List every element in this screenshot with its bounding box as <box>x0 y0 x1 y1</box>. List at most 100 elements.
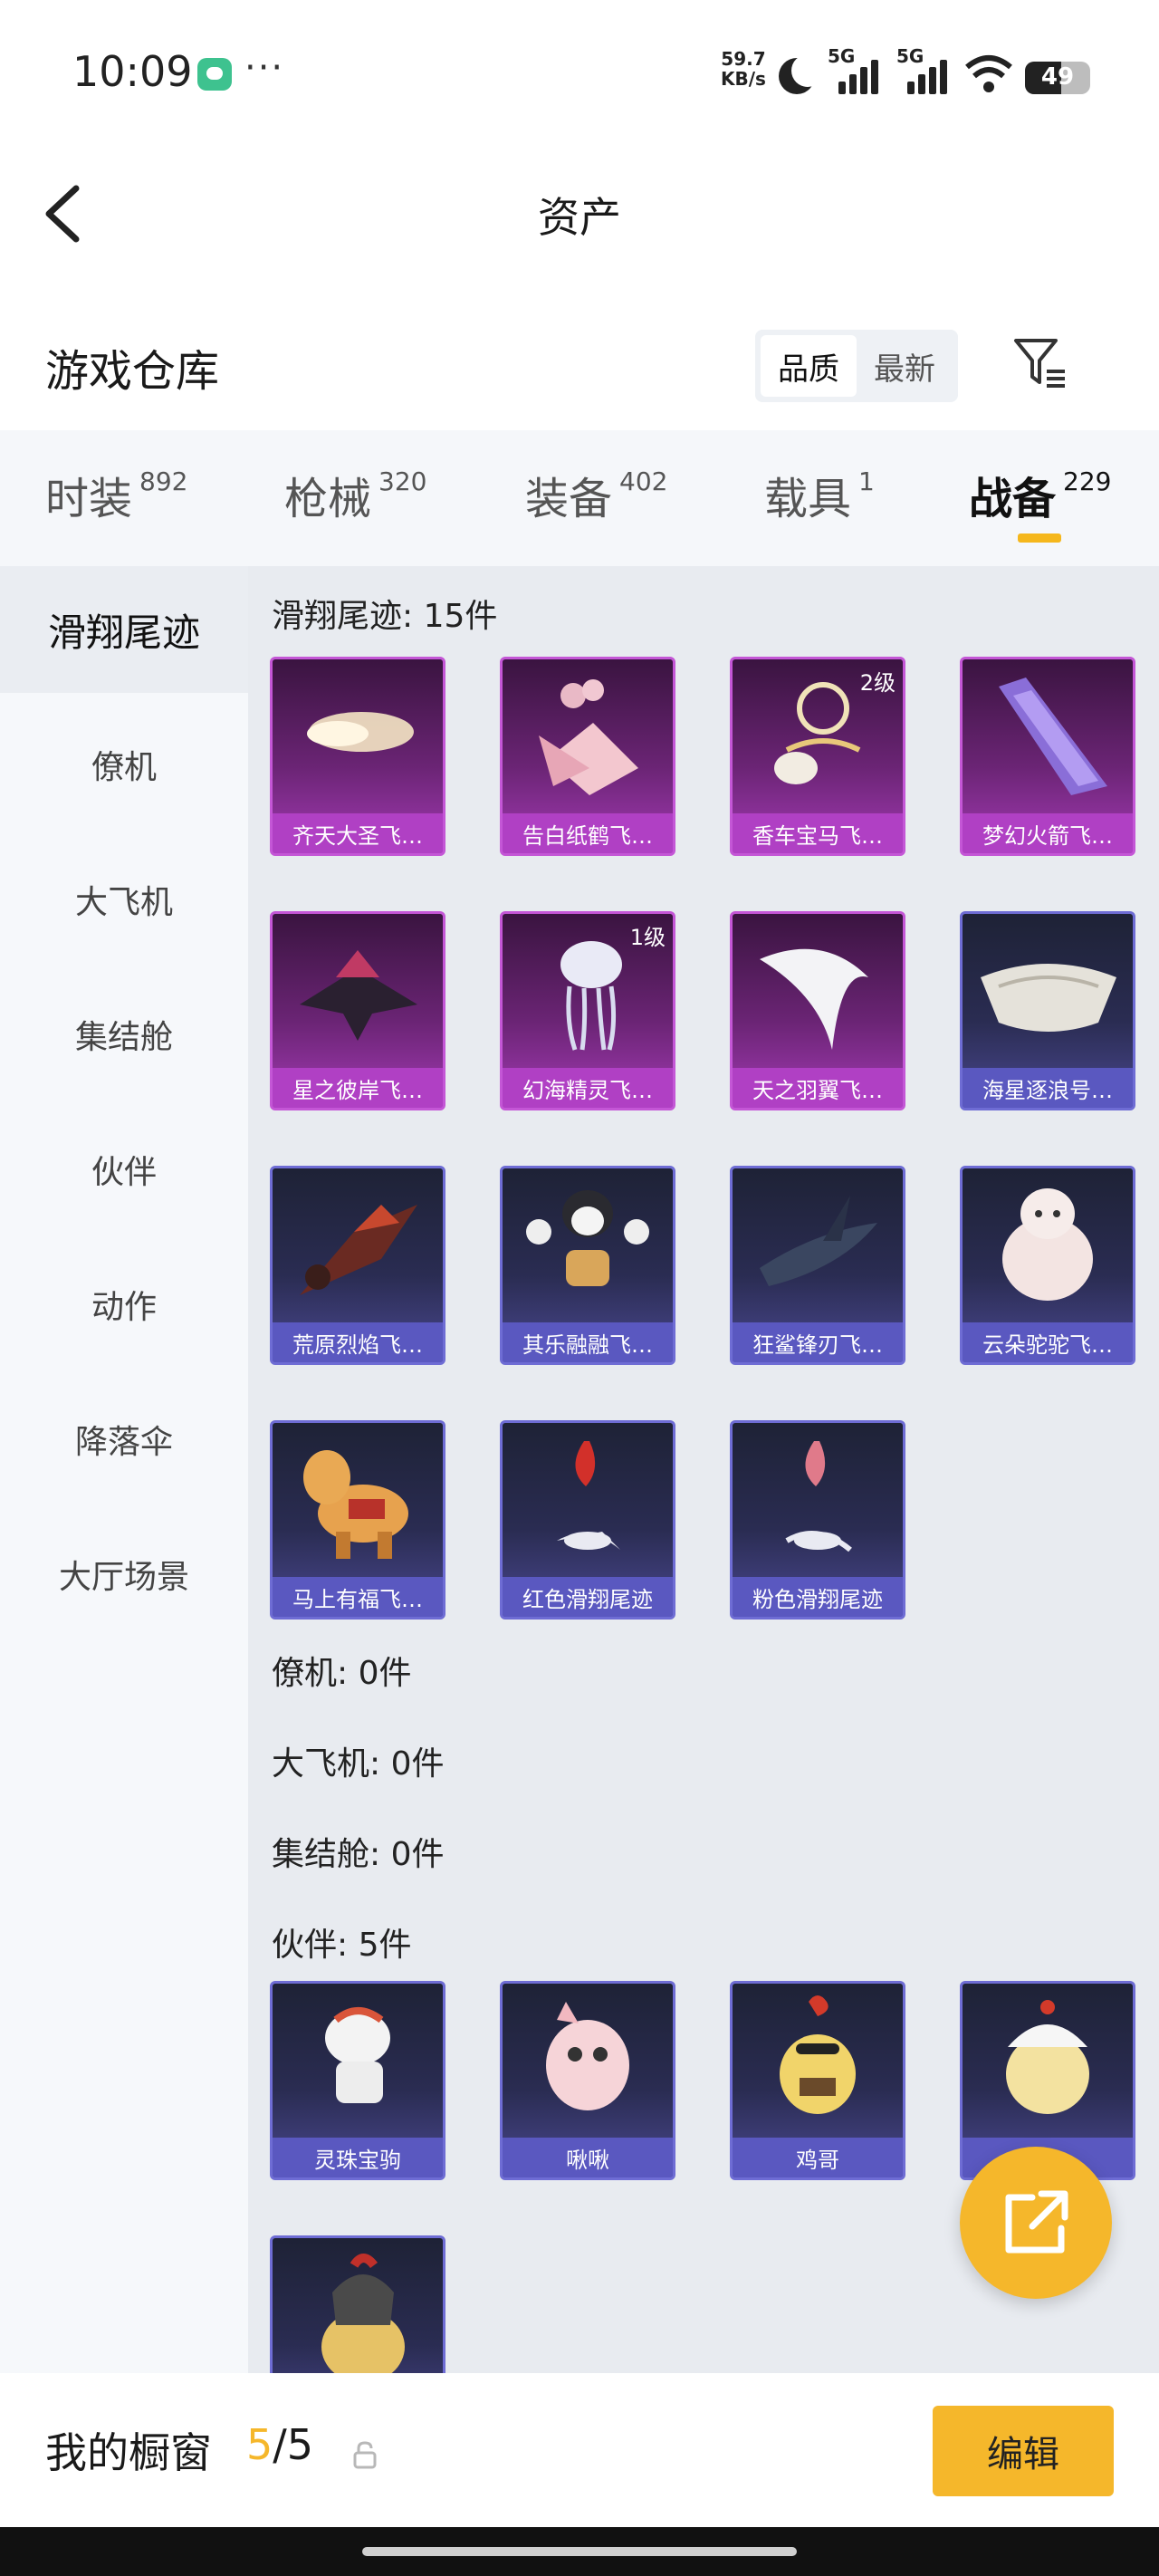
item-image <box>1002 1188 1093 1301</box>
sidebar-item-partner[interactable]: 伙伴 <box>0 1106 248 1233</box>
sidebar-item-capsule[interactable]: 集结舱 <box>0 971 248 1098</box>
home-indicator <box>0 2527 1159 2576</box>
sidebar-item-big-plane[interactable]: 大飞机 <box>0 836 248 963</box>
item-image <box>981 964 1116 1032</box>
filter-icon[interactable] <box>1011 333 1068 391</box>
item-level-badge: 2级 <box>859 670 896 696</box>
group-label-trails: 滑翔尾迹: 15件 <box>272 598 498 635</box>
more-notifications-icon: ··· <box>244 47 285 89</box>
tab-vehicles[interactable]: 载具 1 <box>764 463 875 526</box>
item-name: 狂鲨锋刃飞… <box>733 1322 903 1362</box>
item-card[interactable]: 狂鲨锋刃飞… <box>730 1166 905 1365</box>
active-tab-indicator <box>1018 533 1061 543</box>
nav-bar: 资产 <box>0 145 1159 281</box>
item-image <box>546 2002 629 2110</box>
item-name: 星之彼岸飞… <box>273 1068 443 1108</box>
item-image <box>780 1995 856 2114</box>
item-card[interactable]: 告白纸鹤飞… <box>500 657 675 856</box>
status-bar: 10:09 ··· 59.7 KB/s 5G 5G 49 <box>0 0 1159 145</box>
item-card[interactable]: 2级 香车宝马飞… <box>730 657 905 856</box>
category-tabs: 时装 892 枪械 320 装备 402 载具 1 战备 229 <box>0 430 1159 566</box>
item-card[interactable]: 云朵驼驼飞… <box>960 1166 1135 1365</box>
item-card[interactable]: 星之彼岸飞… <box>270 911 445 1110</box>
wifi-icon <box>965 54 1012 94</box>
sidebar-item-wingman[interactable]: 僚机 <box>0 701 248 828</box>
sidebar-item-glide-trail[interactable]: 滑翔尾迹 <box>0 566 248 693</box>
item-card[interactable]: 荒原烈焰飞… <box>270 1166 445 1365</box>
item-image <box>300 1205 417 1295</box>
item-image <box>785 1441 852 1552</box>
item-card[interactable]: 1级 幻海精灵飞… <box>500 911 675 1110</box>
showcase-bar: 我的橱窗 5/5 编辑 <box>0 2373 1159 2527</box>
edit-button[interactable]: 编辑 <box>933 2406 1114 2496</box>
item-name: 梦幻火箭飞… <box>963 813 1133 853</box>
item-card[interactable]: 鸡哥 <box>730 1981 905 2180</box>
item-name: 灵珠宝驹 <box>273 2138 443 2177</box>
item-image <box>325 2007 390 2103</box>
sort-latest-button[interactable]: 最新 <box>857 335 953 397</box>
item-image <box>307 712 414 752</box>
item-name: 海星逐浪号… <box>963 1068 1133 1108</box>
tab-combat-gear[interactable]: 战备 229 <box>969 463 1111 526</box>
tab-equipment[interactable]: 装备 402 <box>525 463 667 526</box>
item-image <box>539 679 638 795</box>
sidebar: 滑翔尾迹 僚机 大飞机 集结舱 伙伴 动作 降落伞 大厅场景 <box>0 566 248 2378</box>
item-card[interactable]: 齐天大圣飞… <box>270 657 445 856</box>
item-level-badge: 1级 <box>629 925 666 950</box>
group-label-partner: 伙伴: 5件 <box>272 1927 412 1964</box>
sidebar-item-emote[interactable]: 动作 <box>0 1241 248 1368</box>
item-card[interactable]: 其乐融融飞… <box>500 1166 675 1365</box>
item-card[interactable]: 天之羽翼飞… <box>730 911 905 1110</box>
item-card[interactable]: 梦幻火箭飞… <box>960 657 1135 856</box>
tab-guns[interactable]: 枪械 320 <box>284 463 426 526</box>
share-button[interactable] <box>960 2147 1112 2299</box>
item-name: 云朵驼驼飞… <box>963 1322 1133 1362</box>
item-name: 啾啾 <box>503 2138 673 2177</box>
item-image <box>1006 2000 1089 2114</box>
item-name: 幻海精灵飞… <box>503 1068 673 1108</box>
item-name: 齐天大圣飞… <box>273 813 443 853</box>
signal-icon: 5G <box>896 45 953 94</box>
item-card[interactable]: 海星逐浪号… <box>960 911 1135 1110</box>
item-name: 红色滑翔尾迹 <box>503 1577 673 1617</box>
item-list: 滑翔尾迹: 15件 齐天大圣飞… 告白纸鹤飞… 2级 香车宝马飞… 梦幻火箭飞…… <box>248 566 1159 2378</box>
item-name: 马上有福飞… <box>273 1577 443 1617</box>
item-card[interactable] <box>270 2235 445 2378</box>
item-card[interactable]: 红色滑翔尾迹 <box>500 1420 675 1620</box>
sort-quality-button[interactable]: 品质 <box>761 335 857 397</box>
item-image <box>760 1196 877 1286</box>
item-name: 告白纸鹤飞… <box>503 813 673 853</box>
showcase-count: 5/5 <box>246 2420 314 2469</box>
sidebar-item-lobby-scene[interactable]: 大厅场景 <box>0 1511 248 1638</box>
item-image <box>557 1441 620 1550</box>
item-card[interactable]: 马上有福飞… <box>270 1420 445 1620</box>
do-not-disturb-icon <box>779 54 824 94</box>
battery-icon: 49 <box>1025 62 1090 94</box>
network-speed: 59.7 KB/s <box>721 48 766 90</box>
share-icon <box>1005 2190 1068 2254</box>
item-card[interactable]: 粉色滑翔尾迹 <box>730 1420 905 1620</box>
item-name: 其乐融融飞… <box>503 1322 673 1362</box>
group-label-wingman: 僚机: 0件 <box>272 1655 412 1692</box>
item-name: 天之羽翼飞… <box>733 1068 903 1108</box>
group-label-capsule: 集结舱: 0件 <box>272 1836 445 1873</box>
item-image <box>526 1190 649 1286</box>
item-card[interactable]: 灵珠宝驹 <box>270 1981 445 2180</box>
lock-icon[interactable] <box>351 2440 378 2469</box>
sort-toggle: 品质 最新 <box>755 330 958 402</box>
signal-icon: 5G <box>828 45 884 94</box>
clock: 10:09 <box>72 47 193 96</box>
sidebar-item-parachute[interactable]: 降落伞 <box>0 1376 248 1503</box>
item-name: 鸡哥 <box>733 2138 903 2177</box>
page-title: 资产 <box>538 193 621 242</box>
item-image <box>303 1450 408 1559</box>
item-name: 荒原烈焰飞… <box>273 1322 443 1362</box>
item-image <box>999 678 1107 795</box>
item-card[interactable]: 啾啾 <box>500 1981 675 2180</box>
section-header: 游戏仓库 品质 最新 <box>0 308 1159 426</box>
tab-fashion[interactable]: 时装 892 <box>45 463 187 526</box>
item-image <box>760 948 868 1050</box>
chat-notification-icon <box>197 58 232 91</box>
item-name: 香车宝马飞… <box>733 813 903 853</box>
item-image <box>321 2254 405 2378</box>
